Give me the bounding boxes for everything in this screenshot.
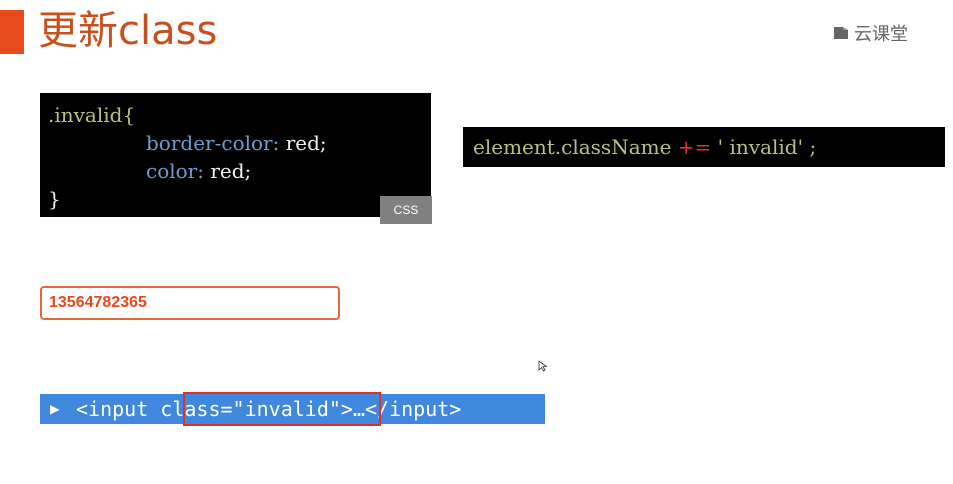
tag-open: <input bbox=[76, 397, 161, 421]
css-value: red; bbox=[279, 131, 327, 155]
css-property: border-color bbox=[146, 131, 273, 155]
css-language-tag: CSS bbox=[380, 196, 432, 224]
css-property: color bbox=[146, 159, 198, 183]
js-string: ' invalid' bbox=[717, 135, 804, 159]
page-title: 更新class bbox=[38, 8, 218, 54]
js-code-block: element.className += ' invalid' ; bbox=[463, 127, 945, 167]
cloud-classroom-icon bbox=[834, 27, 848, 39]
css-value: red; bbox=[204, 159, 252, 183]
js-semicolon: ; bbox=[803, 135, 817, 159]
css-selector: .invalid{ bbox=[48, 103, 136, 127]
css-rule-color: color: red; bbox=[146, 157, 251, 185]
mouse-cursor-icon bbox=[538, 360, 548, 372]
css-colon: : bbox=[197, 159, 204, 183]
title-accent-bar bbox=[0, 10, 24, 54]
phone-input-invalid[interactable]: 13564782365 bbox=[40, 286, 340, 320]
logo-text: 云课堂 bbox=[854, 24, 908, 45]
css-rule-border-color: border-color: red; bbox=[146, 129, 327, 157]
css-close-brace: } bbox=[48, 187, 61, 211]
js-object: element.className bbox=[473, 135, 672, 159]
js-operator: += bbox=[677, 135, 712, 159]
expand-triangle-icon[interactable]: ▶ bbox=[50, 394, 60, 424]
class-attribute-highlight bbox=[183, 392, 381, 426]
css-code-block: .invalid{ border-color: red; color: red;… bbox=[40, 93, 431, 217]
logo: 云课堂 bbox=[832, 20, 908, 46]
